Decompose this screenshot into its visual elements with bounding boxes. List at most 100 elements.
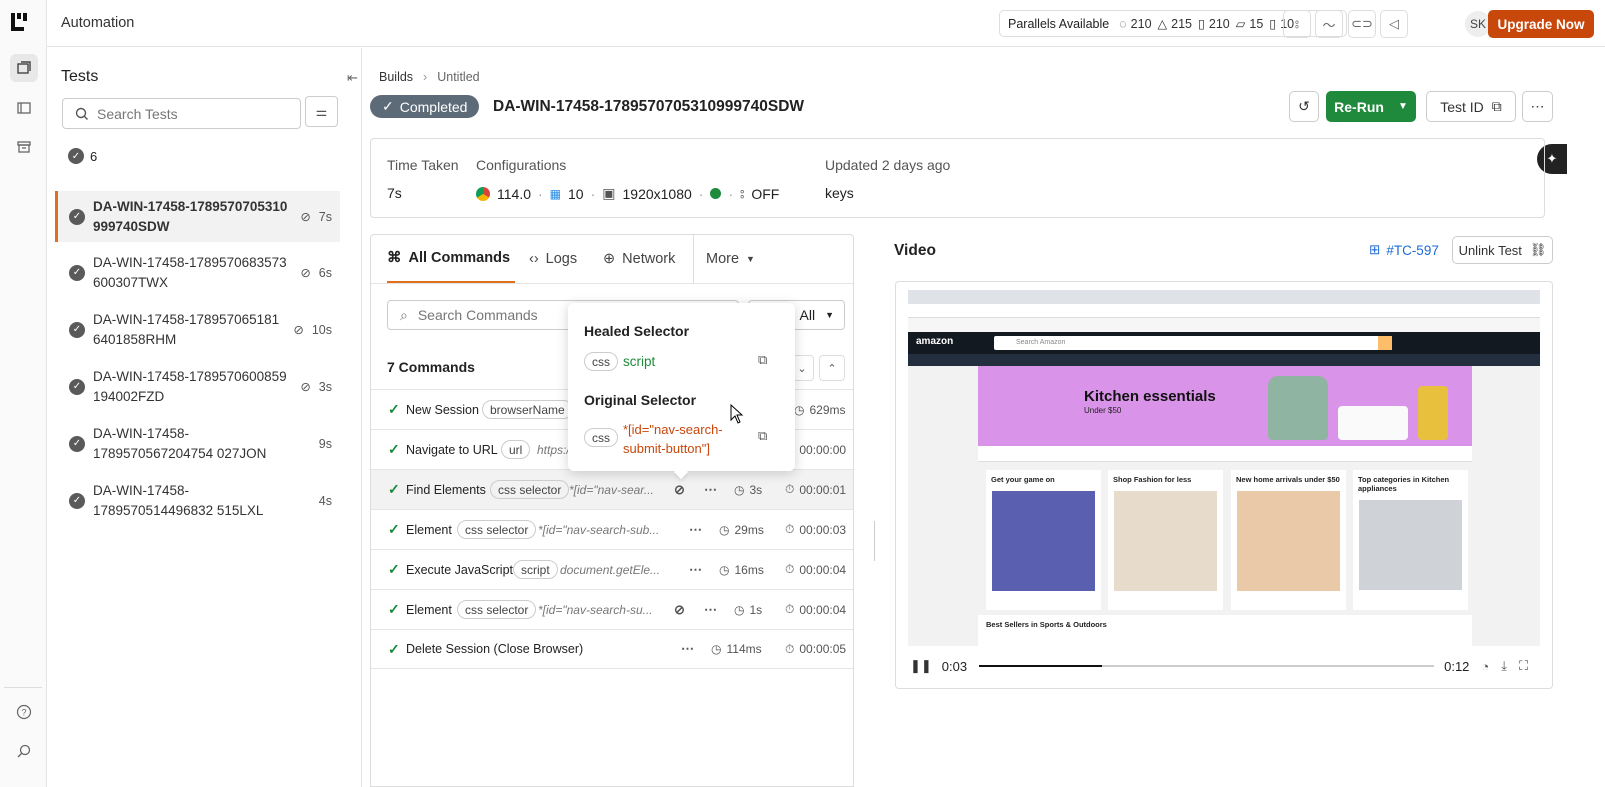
jira-icon: ⊞ — [1369, 242, 1381, 257]
check-icon: ✓ — [388, 401, 400, 417]
speed-icon[interactable]: ◔ — [1481, 659, 1489, 674]
promo-card: Shop Fashion for less — [1108, 470, 1223, 610]
filter-settings-icon[interactable]: ⚌ — [305, 96, 338, 127]
test-list-item[interactable]: ✓ DA-WIN-17458-1789570514496832 515LXL 4s — [55, 475, 340, 526]
duration: ◷ 114ms — [711, 642, 762, 656]
announcement-icon[interactable]: ◁ — [1380, 10, 1408, 38]
test-id-button[interactable]: Test ID ⧉ — [1426, 91, 1516, 122]
status-badge: ✓ Completed — [370, 95, 480, 118]
more-icon[interactable]: ⋯ — [681, 641, 695, 657]
original-selector-type: css — [584, 428, 618, 447]
automation-notice — [908, 318, 1540, 332]
fullscreen-icon[interactable]: ⛶ — [1519, 658, 1528, 674]
archive-nav-icon[interactable] — [10, 133, 38, 161]
seek-bar[interactable] — [979, 665, 1435, 667]
ticket-link[interactable]: ⊞ #TC-597 — [1369, 242, 1439, 258]
clock-icon: ◷ — [719, 562, 730, 577]
chevron-up-icon[interactable]: ⌃ — [819, 355, 845, 381]
healed-tag-icon[interactable]: ⊘ — [674, 482, 686, 498]
command-icon: ⌘ — [387, 250, 402, 266]
unlink-test-button[interactable]: Unlink Test ⛓ — [1452, 236, 1553, 264]
command-row[interactable]: ✓ Element css selector *[id="nav-search-sub… — [371, 509, 853, 549]
original-selector-title: Original Selector — [584, 392, 697, 408]
more-icon[interactable]: ⋯ — [689, 522, 703, 538]
check-icon: ✓ — [388, 561, 400, 577]
tab-all-commands[interactable]: ⌘ All Commands — [387, 235, 515, 283]
link-icon[interactable]: ⊂⊃ — [1348, 10, 1376, 38]
check-icon: ✓ — [388, 601, 400, 617]
command-row[interactable]: ✓ Element css selector *[id="nav-search-su.… — [371, 589, 853, 629]
kettle-image — [1268, 376, 1328, 440]
unlink-icon: ⛓ — [1529, 242, 1547, 257]
tab-logs[interactable]: ‹› Logs — [529, 235, 577, 283]
tag-icon: ⊘ — [300, 210, 311, 224]
video-controls: ❚❚ 0:03 0:12 ◔ ⤓ ⛶ — [910, 654, 1540, 678]
more-icon[interactable]: ⋯ — [704, 602, 718, 618]
test-list-item[interactable]: ✓ DA-WIN-17458-1789570600859 194002FZD ⊘ 3s — [55, 361, 340, 412]
more-icon[interactable]: ⋯ — [689, 562, 703, 578]
timer-icon: ⏱ — [785, 562, 795, 576]
browser-addressbar — [908, 304, 1540, 318]
collapse-sidebar-icon[interactable]: ⇤ — [347, 70, 358, 86]
parallel-stat-mobile: ▯ 210 — [1198, 16, 1230, 32]
video-frame[interactable]: amazon Search Amazon Kitchen essentials … — [908, 290, 1540, 646]
history-icon[interactable]: ↺ — [1289, 91, 1319, 122]
code-icon: ‹› — [529, 251, 539, 267]
copy-icon[interactable]: ⧉ — [758, 428, 767, 444]
rerun-button[interactable]: Re-Run ▼ — [1326, 91, 1416, 122]
info-strip — [978, 446, 1472, 462]
resize-handle[interactable] — [874, 521, 875, 561]
configurations-value: 114.0 · ▦ 10 · ▣ 1920x1080 · · ⦂ OFF — [476, 185, 779, 202]
main-content: Builds › Untitled ✓ Completed DA-WIN-1745… — [363, 48, 1605, 787]
commands-count: 7 Commands — [387, 359, 475, 375]
test-list-item[interactable]: ✓ DA-WIN-17458-178957065181 6401858RHM ⊘ 10… — [55, 304, 340, 355]
breadcrumb-builds[interactable]: Builds — [379, 70, 413, 84]
timestamp: ⏱ 00:00:03 — [785, 522, 847, 537]
test-id-title: DA-WIN-17458-1789570705310999740SDW — [493, 98, 805, 115]
command-row[interactable]: ✓ Execute JavaScript script document.getEle… — [371, 549, 853, 589]
app-logo[interactable] — [9, 11, 31, 33]
promo-card: New home arrivals under $50 — [1231, 470, 1346, 610]
tag-icon: ⊘ — [293, 323, 304, 337]
tag-icon: ⊘ — [300, 380, 311, 394]
parallel-stat-app: ▱ 15 — [1235, 16, 1264, 32]
check-circle-icon: ✓ — [68, 148, 84, 164]
check-circle-icon: ✓ — [69, 321, 85, 338]
copy-icon[interactable]: ⧉ — [758, 352, 767, 368]
analytics-icon[interactable]: 〜 — [1315, 10, 1343, 38]
help-icon[interactable]: ? — [10, 698, 38, 726]
video-title: Video — [894, 242, 936, 259]
command-row[interactable]: ✓ Find Elements css selector *[id="nav-sear… — [371, 469, 853, 509]
builds-nav-icon[interactable] — [10, 54, 38, 82]
device-icon: ▯ — [1269, 17, 1277, 31]
tab-more[interactable]: More ▼ — [693, 235, 755, 283]
parallels-label: Parallels Available — [1008, 16, 1110, 31]
command-row[interactable]: ✓ Delete Session (Close Browser) ⋯ ◷ 114ms ⏱ 0… — [371, 629, 853, 669]
promo-card: Get your game on — [986, 470, 1101, 610]
window-nav-icon[interactable] — [10, 94, 38, 122]
amazon-search: Search Amazon — [994, 336, 1384, 350]
clock-icon: ◷ — [711, 642, 722, 656]
tab-network[interactable]: ⊕ Network — [603, 235, 675, 283]
download-icon[interactable]: ⤓ — [1501, 658, 1507, 674]
healed-tag-icon[interactable]: ⊘ — [674, 602, 686, 618]
test-count: ✓ 6 — [68, 148, 97, 164]
timestamp: ⏱ 00:00:01 — [785, 482, 847, 497]
checklist-icon: ▯ — [1198, 17, 1205, 31]
keys-value: keys — [825, 185, 854, 201]
video-player: amazon Search Amazon Kitchen essentials … — [895, 281, 1553, 689]
clock-icon: ◷ — [794, 402, 805, 417]
more-options-icon[interactable]: ⋯ — [1522, 91, 1553, 122]
more-icon[interactable]: ⋯ — [704, 482, 718, 498]
tunnel-icon[interactable]: ⦂ — [1283, 10, 1311, 38]
command-arg-pill: css selector — [457, 520, 537, 539]
pause-icon[interactable]: ❚❚ — [910, 658, 932, 674]
test-list-item[interactable]: ✓ DA-WIN-17458-1789570683573 600307TWX ⊘ 6s — [55, 247, 340, 298]
search-icon[interactable] — [10, 737, 38, 765]
test-list-item[interactable]: ✓ DA-WIN-17458-1789570705310 999740SDW ⊘ 7s — [55, 191, 340, 242]
healed-selector-title: Healed Selector — [584, 323, 690, 339]
upgrade-button[interactable]: Upgrade Now — [1488, 10, 1594, 38]
timer-icon: ⏱ — [785, 641, 795, 656]
test-list-item[interactable]: ✓ DA-WIN-17458-1789570567204754 027JON 9s — [55, 418, 340, 469]
search-tests-input[interactable]: Search Tests — [62, 98, 301, 129]
